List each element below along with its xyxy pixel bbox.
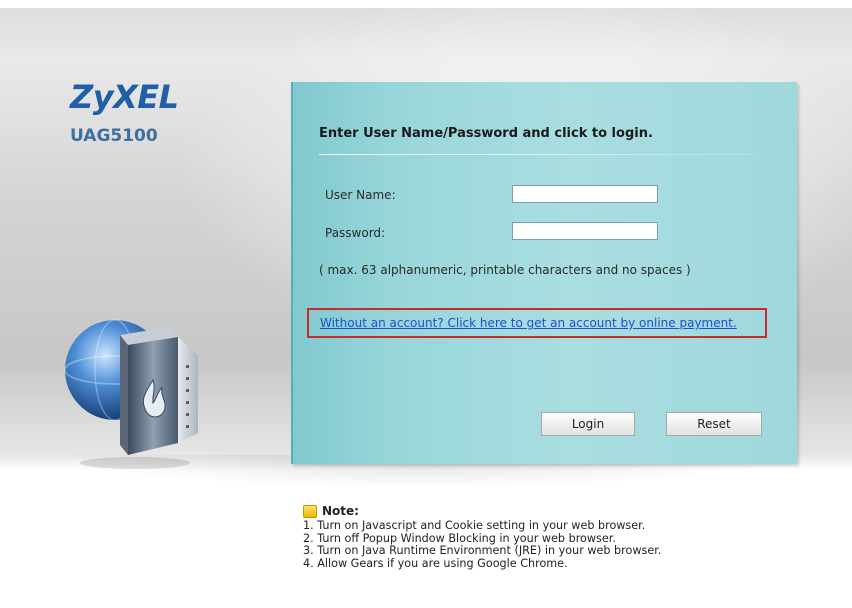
login-button[interactable]: Login (541, 412, 635, 436)
note-item: 1. Turn on Javascript and Cookie setting… (303, 519, 646, 532)
password-hint: ( max. 63 alphanumeric, printable charac… (319, 263, 691, 277)
password-input[interactable] (512, 222, 658, 240)
note-header: Note: (303, 505, 661, 518)
panel-divider (319, 154, 755, 155)
password-label: Password: (325, 226, 386, 240)
login-instructions: Enter User Name/Password and click to lo… (319, 126, 653, 141)
login-panel: Enter User Name/Password and click to lo… (291, 82, 797, 464)
username-label: User Name: (325, 188, 396, 202)
note-item: 4. Allow Gears if you are using Google C… (303, 556, 568, 570)
reset-button[interactable]: Reset (666, 412, 762, 436)
browser-requirements-note: Note: 1. Turn on Javascript and Cookie s… (303, 505, 661, 570)
note-icon (303, 505, 317, 518)
note-list: 1. Turn on Javascript and Cookie setting… (303, 519, 662, 570)
firewall-globe-icon (60, 305, 220, 475)
zyxel-logo: ZyXEL (70, 78, 179, 116)
online-payment-signup-link[interactable]: Without an account? Click here to get an… (320, 316, 737, 330)
note-item: 3. Turn on Java Runtime Environment (JRE… (303, 544, 662, 557)
device-model: UAG5100 (70, 126, 158, 146)
username-input[interactable] (512, 185, 658, 203)
login-page-background: ZyXEL UAG5100 Enter User Name/Password a… (0, 0, 852, 608)
note-title: Note: (322, 504, 359, 519)
